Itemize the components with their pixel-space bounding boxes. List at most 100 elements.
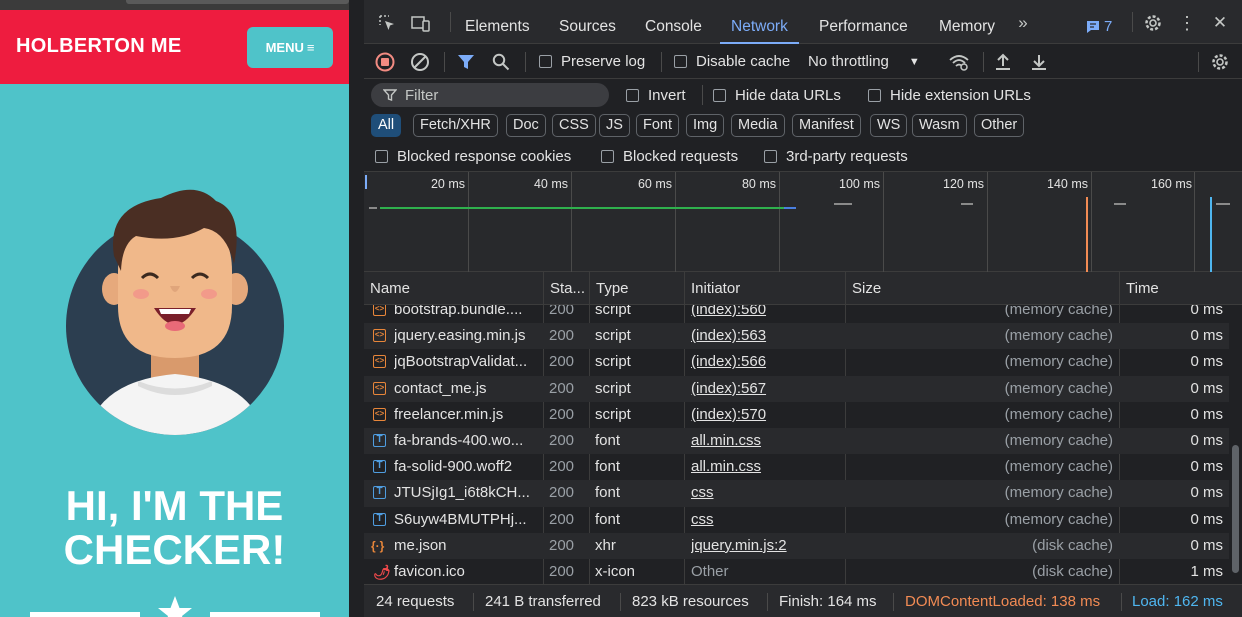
tab-console[interactable]: Console bbox=[645, 0, 702, 44]
timeline-tick: 100 ms bbox=[839, 177, 880, 191]
table-row[interactable]: 🌶 favicon.ico 200 x-icon Other (disk cache) 1 … bbox=[364, 559, 1229, 584]
request-initiator[interactable]: (index):567 bbox=[691, 376, 841, 402]
request-bar bbox=[1114, 203, 1126, 205]
throttling-select[interactable]: No throttling ▼ bbox=[808, 44, 920, 79]
timeline-tick: 40 ms bbox=[533, 177, 568, 191]
request-time: 0 ms bbox=[1190, 305, 1223, 318]
type-filter-fetch-xhr[interactable]: Fetch/XHR bbox=[413, 114, 498, 137]
request-initiator[interactable]: (index):563 bbox=[691, 323, 841, 349]
filter-funnel-icon[interactable] bbox=[457, 44, 475, 79]
hide-data-urls-label: Hide data URLs bbox=[735, 86, 841, 104]
request-status: 200 bbox=[549, 353, 575, 371]
hide-extension-urls-label: Hide extension URLs bbox=[890, 86, 1031, 104]
tab-performance[interactable]: Performance bbox=[819, 0, 908, 44]
request-initiator[interactable]: (index):560 bbox=[691, 305, 841, 323]
type-filter-all[interactable]: All bbox=[371, 114, 402, 137]
type-filter-manifest[interactable]: Manifest bbox=[792, 114, 861, 137]
network-overview-timeline[interactable]: 20 ms 40 ms 60 ms 80 ms 100 ms 120 ms 14… bbox=[364, 171, 1242, 272]
type-filter-font[interactable]: Font bbox=[636, 114, 680, 137]
status-transferred: 241 B transferred bbox=[485, 593, 601, 610]
import-har-icon[interactable] bbox=[994, 44, 1012, 79]
hero-line-1: HI, I'M THE bbox=[65, 482, 284, 529]
type-filter-img[interactable]: Img bbox=[686, 114, 725, 137]
hamburger-icon: ≡ bbox=[306, 40, 315, 55]
request-initiator[interactable]: css bbox=[691, 507, 841, 533]
request-initiator[interactable]: (index):566 bbox=[691, 349, 841, 375]
search-icon[interactable] bbox=[492, 44, 510, 79]
export-har-icon[interactable] bbox=[1030, 44, 1048, 79]
more-tabs-icon[interactable]: » bbox=[1012, 12, 1034, 34]
preserve-log-checkbox[interactable]: Preserve log bbox=[539, 44, 645, 79]
network-settings-gear-icon[interactable] bbox=[1210, 44, 1230, 79]
script-icon: <> bbox=[373, 355, 386, 369]
hide-data-urls-checkbox[interactable]: Hide data URLs bbox=[713, 79, 841, 111]
request-time: 0 ms bbox=[1190, 484, 1223, 502]
status-load: Load: 162 ms bbox=[1132, 593, 1223, 610]
menu-button[interactable]: MENU ≡ bbox=[247, 27, 333, 68]
request-name: S6uyw4BMUTPHj... bbox=[394, 510, 527, 528]
table-scrollbar[interactable] bbox=[1229, 305, 1242, 584]
filter-input[interactable]: Filter bbox=[371, 83, 609, 107]
third-party-requests-checkbox[interactable]: 3rd-party requests bbox=[764, 141, 908, 171]
table-row[interactable]: <> jqBootstrapValidat... 200 script (index):… bbox=[364, 349, 1229, 375]
column-header-initiator[interactable]: Initiator bbox=[684, 272, 845, 305]
table-row[interactable]: T JTUSjIg1_i6t8kCH... 200 font css (memory ca… bbox=[364, 480, 1229, 507]
device-toolbar-icon[interactable] bbox=[410, 12, 432, 34]
type-filter-css[interactable]: CSS bbox=[552, 114, 596, 137]
request-size: (memory cache) bbox=[1004, 353, 1113, 371]
column-header-status[interactable]: Sta... bbox=[543, 272, 589, 305]
type-filter-ws[interactable]: WS bbox=[870, 114, 908, 137]
disable-cache-checkbox[interactable]: Disable cache bbox=[674, 44, 790, 79]
table-row[interactable]: {·} me.json 200 xhr jquery.min.js:2 (disk cac… bbox=[364, 532, 1229, 559]
settings-gear-icon[interactable] bbox=[1142, 12, 1164, 34]
browser-top-strip bbox=[0, 0, 349, 10]
type-filter-other[interactable]: Other bbox=[974, 114, 1025, 137]
hide-extension-urls-checkbox[interactable]: Hide extension URLs bbox=[868, 79, 1031, 111]
request-initiator[interactable]: (index):570 bbox=[691, 402, 841, 428]
timeline-left-handle[interactable] bbox=[365, 175, 367, 189]
record-stop-icon[interactable] bbox=[375, 44, 395, 79]
throttling-value: No throttling bbox=[808, 53, 889, 70]
type-filter-doc[interactable]: Doc bbox=[506, 114, 546, 137]
tab-memory[interactable]: Memory bbox=[939, 0, 995, 44]
brand-logo[interactable]: HOLBERTON ME bbox=[16, 35, 181, 58]
close-icon[interactable]: ✕ bbox=[1209, 12, 1231, 34]
table-row[interactable]: Tfa-brands-400.wo... 200 font all.min.css (m… bbox=[364, 428, 1229, 455]
request-time: 0 ms bbox=[1190, 536, 1223, 554]
issues-badge[interactable]: 7 bbox=[1086, 18, 1112, 35]
request-initiator[interactable]: css bbox=[691, 480, 841, 506]
table-row[interactable]: <> freelancer.min.js 200 script (index):570 (… bbox=[364, 402, 1229, 428]
blocked-response-cookies-checkbox[interactable]: Blocked response cookies bbox=[375, 141, 571, 171]
type-filter-wasm[interactable]: Wasm bbox=[912, 114, 967, 137]
tab-network[interactable]: Network bbox=[720, 0, 799, 44]
request-name: contact_me.js bbox=[394, 379, 487, 397]
request-status: 200 bbox=[549, 432, 575, 449]
tab-sources[interactable]: Sources bbox=[559, 0, 616, 44]
column-header-time[interactable]: Time bbox=[1119, 272, 1229, 305]
network-toolbar: Preserve log Disable cache No throttling… bbox=[364, 44, 1242, 79]
request-size: (memory cache) bbox=[1004, 379, 1113, 397]
network-conditions-icon[interactable] bbox=[948, 44, 970, 79]
inspect-element-icon[interactable] bbox=[376, 12, 398, 34]
tab-elements[interactable]: Elements bbox=[465, 0, 530, 44]
column-header-name[interactable]: Name bbox=[364, 272, 543, 305]
request-initiator[interactable]: all.min.css bbox=[691, 454, 841, 480]
request-initiator[interactable]: all.min.css bbox=[691, 428, 841, 454]
table-row[interactable]: <> bootstrap.bundle.... 200 script (index):5… bbox=[364, 305, 1229, 323]
kebab-menu-icon[interactable]: ⋮ bbox=[1176, 12, 1198, 34]
request-initiator[interactable]: jquery.min.js:2 bbox=[691, 533, 841, 559]
request-name: fa-solid-900.woff2 bbox=[394, 458, 513, 476]
type-filter-js[interactable]: JS bbox=[599, 114, 630, 137]
column-header-size[interactable]: Size bbox=[845, 272, 1119, 305]
blocked-requests-checkbox[interactable]: Blocked requests bbox=[601, 141, 738, 171]
column-header-type[interactable]: Type bbox=[589, 272, 684, 305]
request-bar bbox=[834, 203, 852, 205]
clear-icon[interactable] bbox=[410, 44, 430, 79]
table-row[interactable]: <> contact_me.js 200 script (index):567 (memo… bbox=[364, 375, 1229, 402]
table-row[interactable]: Tfa-solid-900.woff2 200 font all.min.css (me… bbox=[364, 454, 1229, 480]
type-filter-media[interactable]: Media bbox=[731, 114, 785, 137]
issues-count: 7 bbox=[1104, 18, 1113, 35]
invert-checkbox[interactable]: Invert bbox=[626, 79, 686, 111]
table-row[interactable]: <> jquery.easing.min.js 200 script (index):5… bbox=[364, 323, 1229, 350]
table-row[interactable]: T S6uyw4BMUTPHj... 200 font css (memory cache… bbox=[364, 507, 1229, 533]
